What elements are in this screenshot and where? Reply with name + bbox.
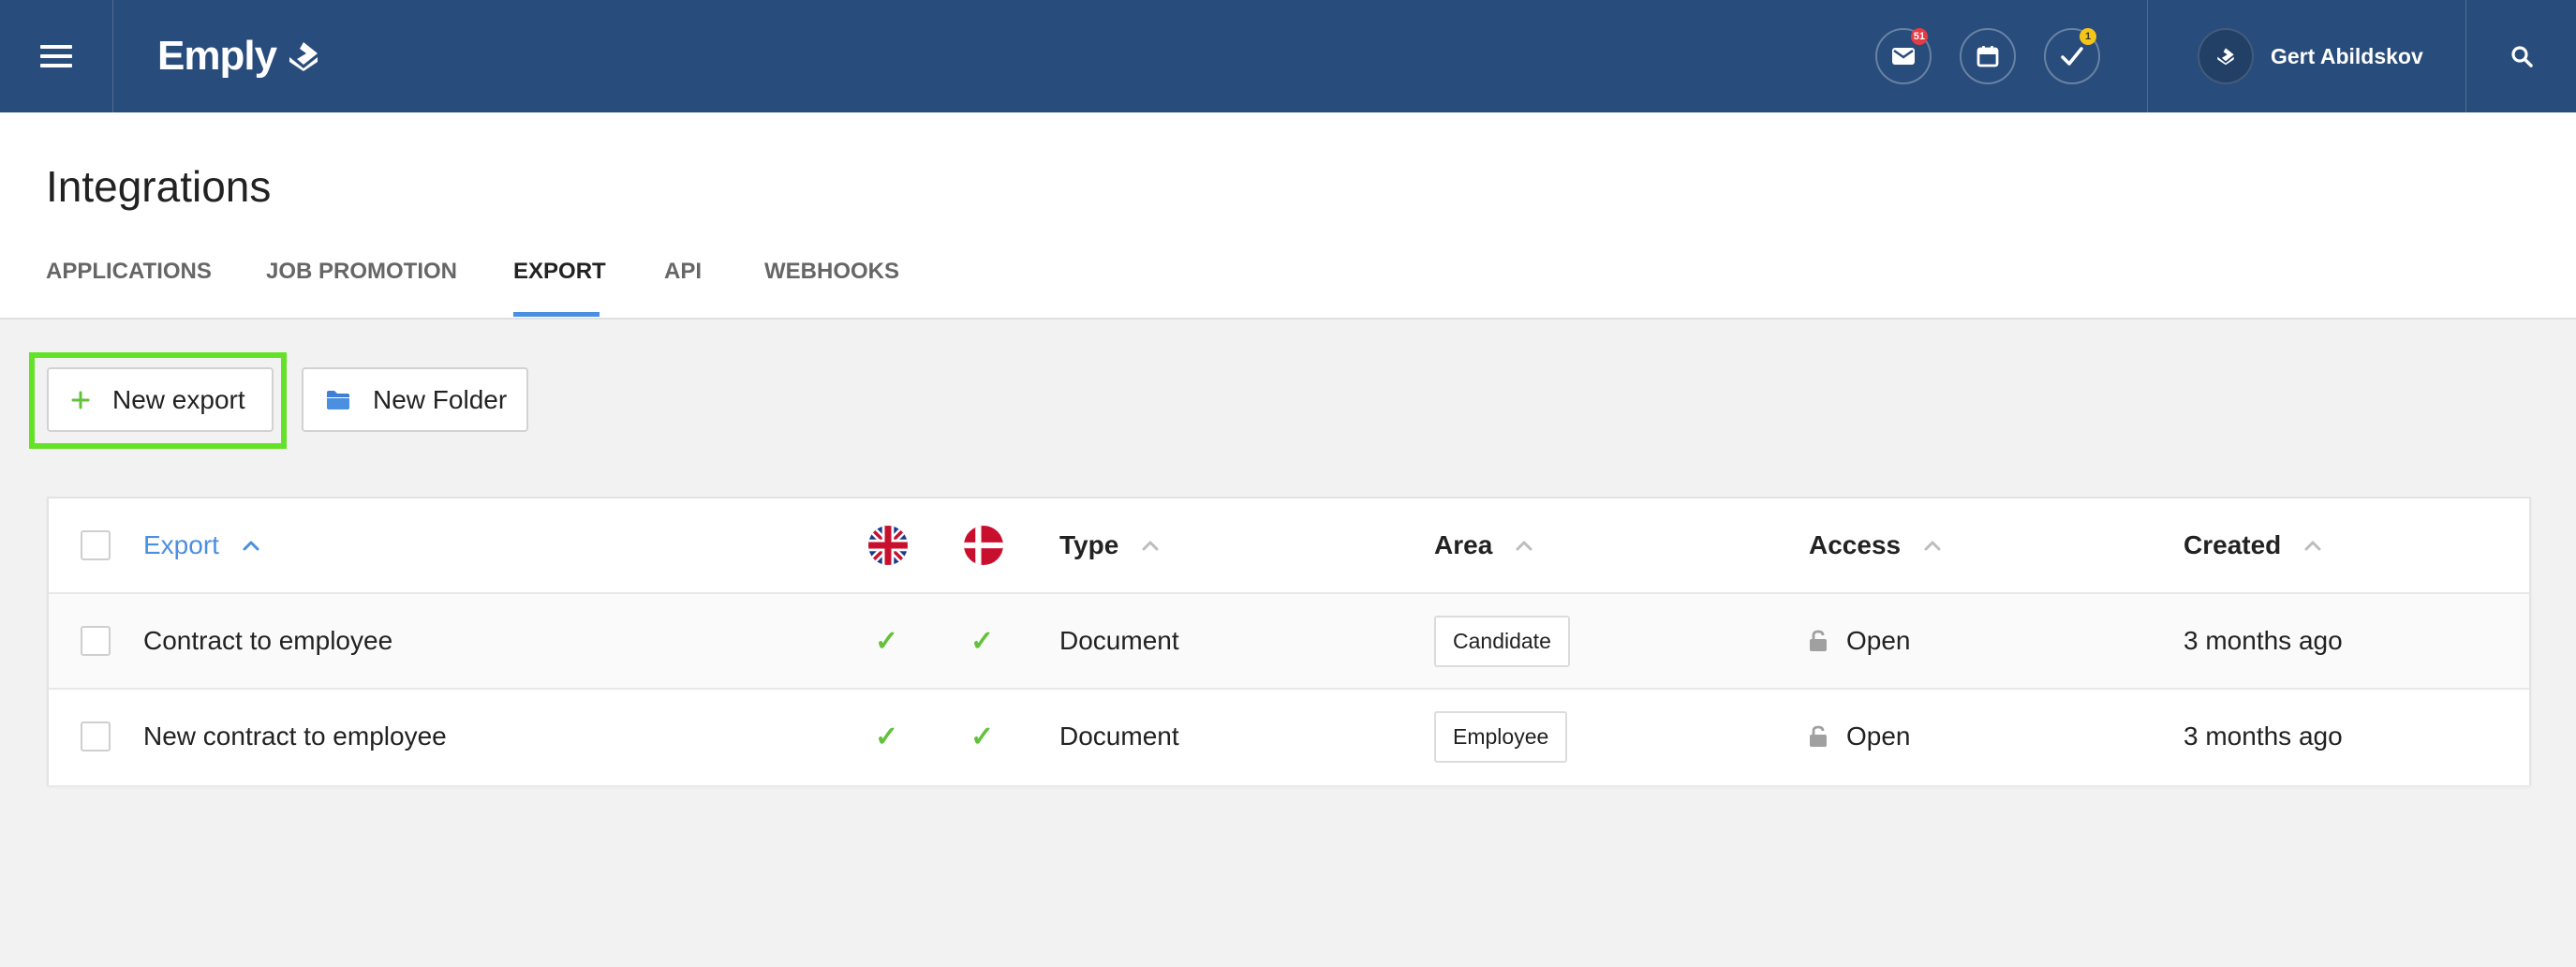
column-header-export[interactable]: Export: [143, 498, 260, 592]
page-title: Integrations: [46, 162, 272, 211]
top-bar: Emply 51 1 Gert Abildskov: [0, 0, 2576, 112]
sort-icon: [1923, 540, 1942, 551]
column-header-area[interactable]: Area: [1434, 498, 1533, 592]
sort-icon: [1515, 540, 1533, 551]
checkmark-icon: [2061, 47, 2083, 66]
calendar-button[interactable]: [1960, 28, 2016, 84]
column-header-danish[interactable]: [964, 498, 1003, 592]
area-tag: Candidate: [1434, 615, 1570, 667]
row-select-cell: [81, 594, 111, 688]
search-button[interactable]: [2467, 0, 2576, 112]
table-row[interactable]: Contract to employee ✓ ✓ Document Candid…: [49, 594, 2529, 690]
created-date: 3 months ago: [2184, 722, 2343, 751]
row-select-cell: [81, 690, 111, 783]
column-header-access[interactable]: Access: [1809, 498, 1942, 592]
plus-icon: [71, 391, 90, 409]
tab-api[interactable]: API: [664, 259, 702, 285]
sort-icon: [1141, 540, 1160, 551]
access-label: Open: [1846, 722, 1911, 751]
row-checkbox[interactable]: [81, 722, 111, 751]
area-cell: Candidate: [1434, 594, 1570, 688]
tab-job-promotion[interactable]: JOB PROMOTION: [266, 259, 457, 285]
new-export-label: New export: [112, 384, 245, 414]
table-header-row: Export Type Area Access Created: [49, 498, 2529, 594]
messages-button[interactable]: 51: [1875, 28, 1932, 84]
tab-applications[interactable]: APPLICATIONS: [46, 259, 212, 285]
exports-table: Export Type Area Access Created Contract…: [47, 497, 2531, 785]
new-export-button[interactable]: New export: [47, 367, 274, 432]
column-header-english[interactable]: [868, 498, 908, 592]
user-menu[interactable]: Gert Abildskov: [2198, 28, 2423, 84]
uk-flag-icon: [868, 526, 908, 565]
english-check-icon: ✓: [875, 625, 899, 657]
table-row[interactable]: New contract to employee ✓ ✓ Document Em…: [49, 690, 2529, 785]
created-date: 3 months ago: [2184, 626, 2343, 655]
column-header-export-label: Export: [143, 530, 219, 559]
column-header-type-label: Type: [1059, 530, 1119, 559]
export-name[interactable]: New contract to employee: [143, 690, 447, 783]
tab-export-underline: [513, 312, 600, 317]
menu-button[interactable]: [0, 0, 113, 112]
export-type: Document: [1059, 722, 1179, 751]
english-check-icon: ✓: [875, 721, 899, 752]
unlocked-icon: [1809, 725, 1828, 748]
area-cell: Employee: [1434, 690, 1568, 783]
access-label: Open: [1846, 626, 1911, 655]
avatar: [2198, 28, 2254, 84]
hamburger-icon: [40, 45, 72, 67]
select-all-checkbox[interactable]: [81, 530, 111, 560]
area-tag: Employee: [1434, 710, 1568, 763]
tab-webhooks[interactable]: WEBHOOKS: [764, 259, 899, 285]
column-header-area-label: Area: [1434, 530, 1493, 559]
column-header-created[interactable]: Created: [2184, 498, 2322, 592]
denmark-flag-icon: [964, 526, 1003, 565]
messages-badge: 51: [1910, 28, 1928, 45]
access-cell: Open: [1809, 594, 1911, 688]
export-type: Document: [1059, 626, 1179, 655]
tab-export[interactable]: EXPORT: [513, 259, 606, 285]
sort-icon: [2303, 540, 2322, 551]
avatar-logo-icon: [2217, 48, 2234, 66]
access-cell: Open: [1809, 690, 1911, 783]
folder-icon: [326, 390, 350, 410]
new-folder-label: New Folder: [373, 384, 508, 414]
page-header: Integrations APPLICATIONS JOB PROMOTION …: [0, 112, 2576, 320]
column-header-access-label: Access: [1809, 530, 1902, 559]
row-checkbox[interactable]: [81, 626, 111, 656]
user-name: Gert Abildskov: [2271, 43, 2423, 68]
emply-logo[interactable]: Emply: [157, 28, 321, 84]
search-icon: [2511, 46, 2533, 67]
select-all-cell: [81, 498, 111, 592]
unlocked-icon: [1809, 630, 1828, 652]
export-name[interactable]: Contract to employee: [143, 594, 392, 688]
column-header-created-label: Created: [2184, 530, 2282, 559]
column-header-type[interactable]: Type: [1059, 498, 1160, 592]
tasks-badge: 1: [2080, 28, 2096, 45]
tasks-button[interactable]: 1: [2044, 28, 2100, 84]
sort-ascending-icon: [242, 540, 260, 551]
danish-check-icon: ✓: [970, 721, 995, 752]
divider: [2465, 0, 2466, 112]
divider: [2147, 0, 2148, 112]
calendar-icon: [1976, 46, 1999, 67]
logo-mark-icon: [289, 42, 318, 71]
mail-icon: [1892, 48, 1915, 65]
danish-check-icon: ✓: [970, 625, 995, 657]
logo-text: Emply: [157, 33, 277, 79]
new-folder-button[interactable]: New Folder: [302, 367, 528, 432]
